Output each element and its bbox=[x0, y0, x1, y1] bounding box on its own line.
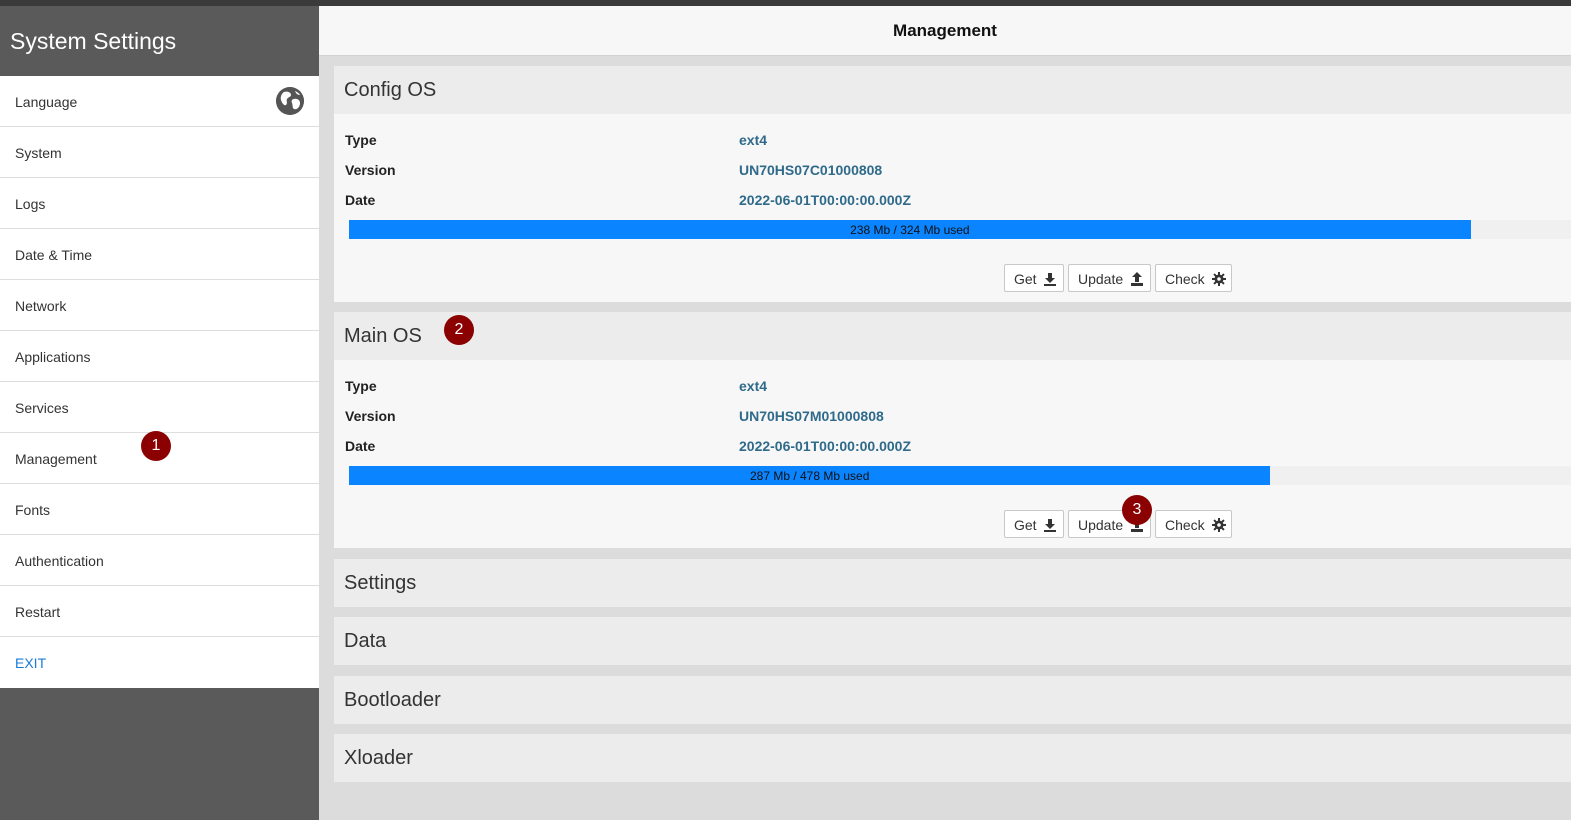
globe-icon bbox=[276, 87, 304, 115]
date-label: Date bbox=[345, 192, 376, 208]
sidebar-item-label: Date & Time bbox=[15, 247, 93, 263]
main-os-header[interactable]: Main OS bbox=[334, 312, 1571, 360]
config-os-update-button[interactable]: Update bbox=[1068, 264, 1151, 292]
sidebar-item-exit[interactable]: EXIT bbox=[0, 637, 319, 688]
gear-icon bbox=[1211, 272, 1226, 286]
sidebar-item-language[interactable]: Language bbox=[0, 76, 319, 127]
main-os-check-button[interactable]: Check bbox=[1155, 510, 1232, 538]
data-header[interactable]: Data bbox=[334, 617, 1571, 665]
annotation-marker-2: 2 bbox=[444, 315, 474, 345]
exit-link[interactable]: EXIT bbox=[15, 655, 46, 671]
sidebar-item-label: Logs bbox=[15, 196, 46, 212]
main-panel: Management Config OS Type ext4 Version U… bbox=[319, 6, 1571, 820]
xloader-header[interactable]: Xloader bbox=[334, 734, 1571, 782]
check-label: Check bbox=[1165, 271, 1205, 287]
upload-icon bbox=[1131, 272, 1144, 286]
type-value: ext4 bbox=[739, 378, 768, 394]
sidebar-item-label: Language bbox=[15, 94, 78, 110]
sidebar-menu: Language System Logs Date & Time Network… bbox=[0, 76, 319, 688]
bootloader-section[interactable]: Bootloader bbox=[334, 676, 1571, 724]
sidebar-item-restart[interactable]: Restart bbox=[0, 586, 319, 637]
config-os-header[interactable]: Config OS bbox=[334, 66, 1571, 114]
update-label: Update bbox=[1078, 271, 1124, 287]
config-os-section: Config OS Type ext4 Version UN70HS07C010… bbox=[334, 66, 1571, 302]
sidebar-item-system[interactable]: System bbox=[0, 127, 319, 178]
settings-header[interactable]: Settings bbox=[334, 559, 1571, 607]
sidebar-item-logs[interactable]: Logs bbox=[0, 178, 319, 229]
version-value: UN70HS07M01000808 bbox=[739, 408, 884, 424]
xloader-section[interactable]: Xloader bbox=[334, 734, 1571, 782]
sidebar-item-fonts[interactable]: Fonts bbox=[0, 484, 319, 535]
get-label: Get bbox=[1014, 271, 1037, 287]
main-os-section: Main OS Type ext4 Version UN70HS07M01000… bbox=[334, 312, 1571, 548]
date-label: Date bbox=[345, 438, 376, 454]
sidebar-item-label: Services bbox=[15, 400, 69, 416]
type-value: ext4 bbox=[739, 132, 768, 148]
config-os-type-row: Type ext4 bbox=[345, 132, 1545, 152]
version-value: UN70HS07C01000808 bbox=[739, 162, 883, 178]
annotation-marker-3: 3 bbox=[1122, 495, 1152, 525]
sidebar-item-label: Authentication bbox=[15, 553, 104, 569]
bootloader-header[interactable]: Bootloader bbox=[334, 676, 1571, 724]
config-os-check-button[interactable]: Check bbox=[1155, 264, 1232, 292]
download-icon bbox=[1044, 519, 1057, 532]
main-os-version-row: Version UN70HS07M01000808 bbox=[345, 408, 1545, 428]
type-label: Type bbox=[345, 378, 377, 394]
sidebar-item-date-time[interactable]: Date & Time bbox=[0, 229, 319, 280]
page-title: Management bbox=[319, 6, 1571, 56]
sidebar-title: System Settings bbox=[0, 6, 319, 76]
main-os-usage-bar: 287 Mb / 478 Mb used bbox=[349, 466, 1571, 485]
gear-icon bbox=[1211, 518, 1226, 532]
sidebar-item-network[interactable]: Network bbox=[0, 280, 319, 331]
sidebar-item-services[interactable]: Services bbox=[0, 382, 319, 433]
config-os-usage-bar: 238 Mb / 324 Mb used bbox=[349, 220, 1571, 239]
date-value: 2022-06-01T00:00:00.000Z bbox=[739, 192, 912, 208]
sidebar-item-label: Management bbox=[15, 451, 97, 467]
version-label: Version bbox=[345, 162, 396, 178]
config-os-version-row: Version UN70HS07C01000808 bbox=[345, 162, 1545, 182]
sidebar-item-authentication[interactable]: Authentication bbox=[0, 535, 319, 586]
data-section[interactable]: Data bbox=[334, 617, 1571, 665]
version-label: Version bbox=[345, 408, 396, 424]
get-label: Get bbox=[1014, 517, 1037, 533]
sidebar-item-applications[interactable]: Applications bbox=[0, 331, 319, 382]
type-label: Type bbox=[345, 132, 377, 148]
sidebar-item-label: System bbox=[15, 145, 62, 161]
update-label: Update bbox=[1078, 517, 1124, 533]
check-label: Check bbox=[1165, 517, 1205, 533]
config-os-date-row: Date 2022-06-01T00:00:00.000Z bbox=[345, 192, 1545, 212]
main-os-get-button[interactable]: Get bbox=[1004, 510, 1064, 538]
main-os-date-row: Date 2022-06-01T00:00:00.000Z bbox=[345, 438, 1545, 458]
download-icon bbox=[1044, 273, 1057, 286]
sidebar-item-label: Network bbox=[15, 298, 67, 314]
settings-section[interactable]: Settings bbox=[334, 559, 1571, 607]
usage-text: 238 Mb / 324 Mb used bbox=[850, 223, 970, 237]
date-value: 2022-06-01T00:00:00.000Z bbox=[739, 438, 912, 454]
sidebar-item-label: Fonts bbox=[15, 502, 51, 518]
main-os-type-row: Type ext4 bbox=[345, 378, 1545, 398]
usage-text: 287 Mb / 478 Mb used bbox=[749, 469, 870, 483]
sidebar-item-label: Restart bbox=[15, 604, 61, 620]
config-os-get-button[interactable]: Get bbox=[1004, 264, 1064, 292]
sidebar-item-label: Applications bbox=[15, 349, 91, 365]
sidebar: System Settings Language System Logs Dat… bbox=[0, 6, 319, 820]
annotation-marker-1: 1 bbox=[141, 431, 171, 461]
